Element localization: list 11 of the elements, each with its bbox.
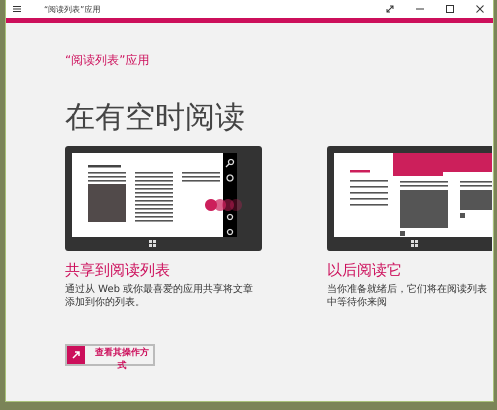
feature-description: 当你准备就绪后，它们将在阅读列表中等待你来阅 [327,284,488,309]
feature-description: 通过从 Web 或你最喜爱的应用共享将文章添加到你的列表。 [65,284,254,309]
maximize-icon[interactable] [445,4,455,14]
page-heading: 在有空时阅读 [65,101,246,134]
window-title: “阅读列表”应用 [44,4,102,14]
menu-icon[interactable] [12,4,22,14]
resize-icon[interactable] [385,4,395,14]
feature-title: 共享到阅读列表 [65,261,171,280]
app-label: “阅读列表”应用 [65,52,150,69]
feature-title: 以后阅读它 [327,261,403,280]
close-icon[interactable] [475,4,485,14]
